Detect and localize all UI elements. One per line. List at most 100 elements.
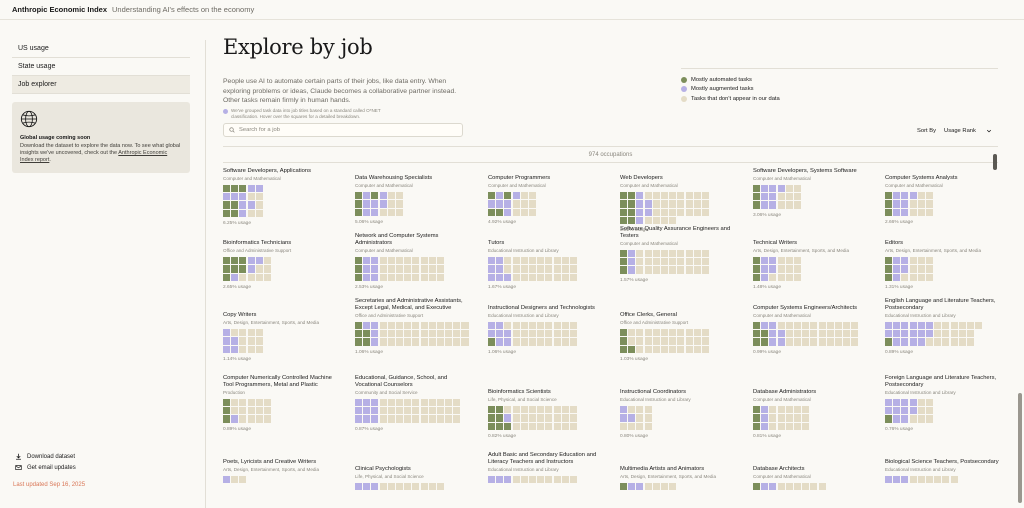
task-square[interactable] [239, 185, 247, 193]
task-square[interactable] [239, 337, 247, 345]
task-square[interactable] [885, 192, 893, 200]
task-square[interactable] [753, 201, 761, 209]
task-square[interactable] [428, 415, 436, 423]
task-square[interactable] [512, 265, 520, 273]
task-square[interactable] [652, 329, 660, 337]
task-square[interactable] [777, 185, 785, 193]
task-square[interactable] [644, 422, 652, 430]
task-square[interactable] [677, 329, 685, 337]
task-square[interactable] [942, 338, 950, 346]
task-square[interactable] [966, 322, 974, 330]
task-square[interactable] [496, 422, 504, 430]
task-square[interactable] [793, 414, 802, 422]
task-square[interactable] [436, 330, 444, 338]
task-square[interactable] [412, 265, 420, 273]
task-square[interactable] [785, 322, 793, 330]
task-square[interactable] [628, 208, 636, 216]
task-square[interactable] [693, 266, 701, 274]
task-square[interactable] [453, 415, 461, 423]
task-square[interactable] [885, 265, 893, 273]
task-square[interactable] [545, 406, 553, 414]
job-card[interactable]: Clinical Psychologists Life, Physical, an… [355, 466, 473, 491]
task-square[interactable] [528, 406, 537, 414]
task-square[interactable] [917, 208, 925, 216]
task-square[interactable] [569, 338, 577, 346]
task-square[interactable] [769, 257, 777, 265]
task-square[interactable] [769, 414, 777, 422]
task-square[interactable] [785, 414, 793, 422]
task-square[interactable] [363, 415, 371, 423]
task-square[interactable] [239, 201, 247, 209]
task-square[interactable] [693, 258, 701, 266]
task-square[interactable] [488, 208, 496, 216]
task-square[interactable] [652, 216, 660, 224]
task-square[interactable] [387, 257, 395, 265]
task-square[interactable] [537, 422, 545, 430]
task-square[interactable] [512, 338, 520, 346]
task-square[interactable] [777, 201, 785, 209]
task-square[interactable] [769, 483, 777, 491]
job-card[interactable]: Computer Systems Analysts Computer and Ma… [885, 175, 1003, 225]
task-square[interactable] [901, 208, 909, 216]
task-square[interactable] [537, 273, 545, 281]
task-square[interactable] [553, 476, 561, 484]
task-square[interactable] [247, 209, 255, 217]
task-square[interactable] [644, 208, 652, 216]
task-square[interactable] [255, 337, 263, 345]
task-square[interactable] [387, 200, 395, 208]
task-square[interactable] [777, 483, 785, 491]
task-square[interactable] [239, 209, 247, 217]
task-square[interactable] [917, 200, 925, 208]
job-card[interactable]: Secretaries and Administrative Assistant… [355, 298, 473, 355]
task-square[interactable] [263, 399, 272, 407]
task-square[interactable] [620, 208, 628, 216]
task-square[interactable] [404, 273, 412, 281]
task-square[interactable] [520, 338, 528, 346]
task-square[interactable] [958, 322, 966, 330]
task-square[interactable] [893, 265, 901, 273]
task-square[interactable] [777, 193, 785, 201]
task-square[interactable] [223, 337, 231, 345]
task-square[interactable] [693, 208, 701, 216]
task-square[interactable] [761, 257, 769, 265]
task-square[interactable] [436, 257, 444, 265]
task-square[interactable] [669, 345, 677, 353]
task-square[interactable] [753, 330, 761, 338]
task-square[interactable] [769, 185, 777, 193]
task-square[interactable] [379, 338, 387, 346]
task-square[interactable] [885, 208, 893, 216]
task-square[interactable] [753, 406, 761, 414]
task-square[interactable] [660, 266, 669, 274]
task-square[interactable] [445, 415, 453, 423]
task-square[interactable] [851, 322, 859, 330]
task-square[interactable] [504, 414, 512, 422]
task-square[interactable] [793, 193, 802, 201]
task-square[interactable] [355, 322, 363, 330]
task-square[interactable] [420, 483, 428, 491]
task-square[interactable] [761, 273, 769, 281]
task-square[interactable] [363, 192, 371, 200]
task-square[interactable] [810, 483, 818, 491]
task-square[interactable] [669, 192, 677, 200]
task-square[interactable] [436, 338, 444, 346]
task-square[interactable] [528, 192, 537, 200]
task-square[interactable] [231, 185, 239, 193]
task-square[interactable] [901, 200, 909, 208]
task-square[interactable] [620, 216, 628, 224]
task-square[interactable] [669, 266, 677, 274]
task-square[interactable] [395, 330, 404, 338]
task-square[interactable] [453, 330, 461, 338]
task-square[interactable] [404, 399, 412, 407]
task-square[interactable] [231, 399, 239, 407]
task-square[interactable] [628, 250, 636, 258]
task-square[interactable] [231, 193, 239, 201]
task-square[interactable] [537, 322, 545, 330]
task-square[interactable] [561, 257, 569, 265]
task-square[interactable] [363, 338, 371, 346]
job-card[interactable]: Data Warehousing Specialists Computer and… [355, 175, 473, 225]
task-square[interactable] [793, 422, 802, 430]
task-square[interactable] [620, 258, 628, 266]
task-square[interactable] [893, 399, 901, 407]
task-square[interactable] [636, 414, 644, 422]
task-square[interactable] [785, 257, 793, 265]
